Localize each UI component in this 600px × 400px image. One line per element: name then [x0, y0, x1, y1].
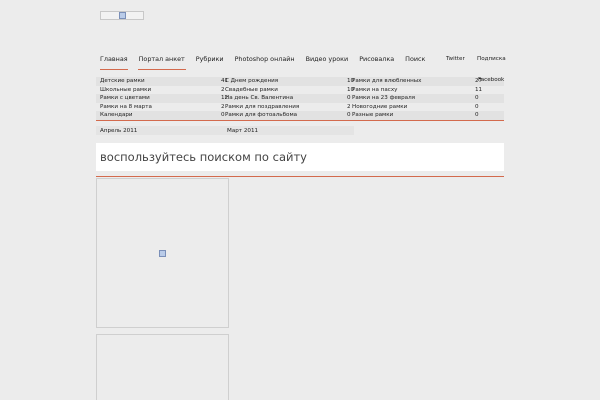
- site-logo[interactable]: [100, 11, 144, 20]
- search-hint-text: воспользуйтесь поиском по сайту: [100, 150, 307, 164]
- archive-link-april-2011[interactable]: Апрель 2011: [100, 127, 137, 135]
- category-count: 0: [475, 95, 479, 101]
- category-link[interactable]: Рамки на пасху: [352, 86, 397, 95]
- sidebar-widget: [96, 178, 229, 328]
- category-count: 0: [347, 112, 351, 118]
- twitter-link[interactable]: Twitter: [446, 55, 465, 64]
- nav-item-categories[interactable]: Рубрики: [196, 55, 224, 69]
- category-link[interactable]: Календари: [100, 111, 133, 120]
- category-count: 0: [347, 95, 351, 101]
- category-link[interactable]: Рамки для поздравления: [225, 103, 299, 112]
- category-link[interactable]: Разные рамки: [352, 111, 393, 120]
- category-link[interactable]: Свадебные рамки: [225, 86, 278, 95]
- table-row: Детские рамки 41 С Днем рождения 10 Рамк…: [96, 77, 504, 86]
- category-link[interactable]: Рамки на 23 февраля: [352, 94, 415, 103]
- category-link[interactable]: На день Св. Валентина: [225, 94, 293, 103]
- broken-image-icon: [159, 250, 166, 257]
- category-link[interactable]: Рамки для фотоальбома: [225, 111, 297, 120]
- nav-item-search[interactable]: Поиск: [405, 55, 425, 69]
- nav-item-drawing[interactable]: Рисовалка: [359, 55, 394, 69]
- search-panel: воспользуйтесь поиском по сайту: [96, 143, 504, 171]
- nav-item-home[interactable]: Главная: [100, 55, 128, 70]
- table-row: Школьные рамки 2 Свадебные рамки 10 Рамк…: [96, 86, 504, 95]
- subscribe-link[interactable]: Подписка: [477, 55, 506, 64]
- category-link[interactable]: Новогодние рамки: [352, 103, 407, 112]
- category-count: 11: [475, 86, 483, 93]
- categories-table: Детские рамки 41 С Днем рождения 10 Рамк…: [96, 77, 504, 120]
- nav-item-photoshop-online[interactable]: Photoshop онлайн: [235, 55, 295, 69]
- category-count: 2: [347, 103, 351, 110]
- broken-image-icon: [119, 12, 126, 19]
- divider: [96, 120, 504, 121]
- table-row: Календари 0 Рамки для фотоальбома 0 Разн…: [96, 111, 504, 120]
- category-link[interactable]: С Днем рождения: [225, 77, 278, 86]
- table-row: Рамки на 8 марта 2 Рамки для поздравлени…: [96, 103, 504, 112]
- category-link[interactable]: Детские рамки: [100, 77, 145, 86]
- nav-item-video-lessons[interactable]: Видео уроки: [306, 55, 349, 69]
- category-count: 0: [475, 112, 479, 118]
- archive-link-march-2011[interactable]: Март 2011: [227, 127, 258, 135]
- category-count: 0: [475, 103, 479, 110]
- category-link[interactable]: Школьные рамки: [100, 86, 151, 95]
- category-link[interactable]: Рамки для влюбленных: [352, 77, 422, 86]
- table-row: Рамки с цветами 12 На день Св. Валентина…: [96, 94, 504, 103]
- category-link[interactable]: Рамки с цветами: [100, 94, 150, 103]
- main-nav: Главная Портал анкет Рубрики Photoshop о…: [100, 55, 436, 70]
- sidebar-widget: [96, 334, 229, 400]
- divider: [96, 176, 504, 177]
- nav-item-profiles-portal[interactable]: Портал анкет: [137, 55, 186, 70]
- facebook-link[interactable]: Facebook: [478, 76, 504, 84]
- category-link[interactable]: Рамки на 8 марта: [100, 103, 152, 112]
